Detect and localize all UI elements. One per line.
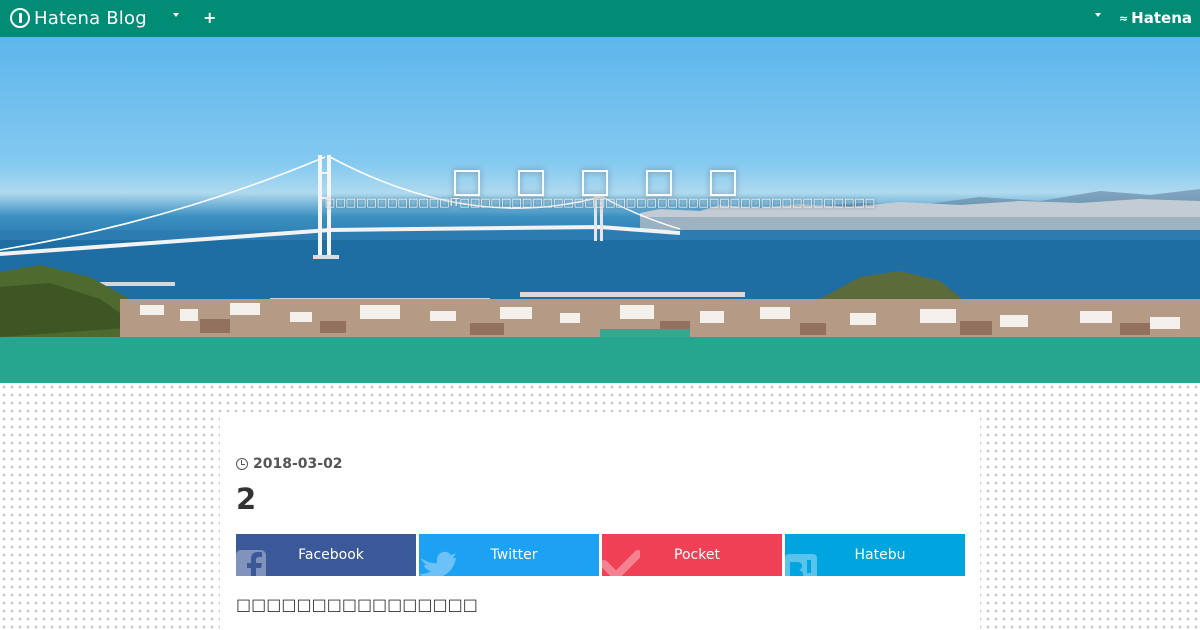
hatena-label: Hatena (1131, 9, 1192, 27)
hatena-blog-logo-icon (10, 8, 30, 28)
hatebu-share-button[interactable]: Hatebu (785, 534, 965, 576)
header-band (0, 337, 1200, 383)
facebook-share-button[interactable]: Facebook (236, 534, 416, 576)
entry-date[interactable]: 2018-03-02 (236, 456, 343, 472)
blog-header-image: □ □ □ □ □ □□□□□□□□□□□□IT□□□□□□□□□□□□□□□□… (0, 37, 1200, 337)
entry-title[interactable]: 2 (236, 482, 256, 516)
pocket-share-label: Pocket (674, 547, 720, 563)
twitter-share-label: Twitter (490, 547, 538, 563)
twitter-share-button[interactable]: Twitter (419, 534, 599, 576)
hatena-blog-home-link[interactable]: Hatena Blog (10, 7, 147, 29)
blog-description: □□□□□□□□□□□□IT□□□□□□□□□□□□□□□□□□□□□□□□□□… (324, 196, 876, 209)
hatebu-icon (785, 554, 817, 576)
entry-article: 2018-03-02 2 Facebook Twitter Pocket Hat… (220, 412, 980, 630)
global-header: Hatena Blog + ≈ Hatena (0, 0, 1200, 37)
hatena-wave-icon: ≈ (1118, 11, 1128, 25)
chevron-down-icon[interactable] (173, 13, 179, 17)
share-buttons: Facebook Twitter Pocket Hatebu (236, 534, 965, 576)
hatebu-share-label: Hatebu (854, 547, 906, 563)
pocket-icon (602, 550, 640, 576)
chevron-down-icon[interactable] (1095, 13, 1101, 17)
entry-date-text: 2018-03-02 (253, 456, 343, 472)
blog-title[interactable]: □ □ □ □ □ (0, 161, 1200, 201)
brand-name: Hatena Blog (34, 7, 147, 29)
twitter-icon (419, 551, 456, 576)
hatena-account-link[interactable]: ≈ Hatena (1119, 9, 1192, 27)
entry-body: □□□□□□□□□□□□□□□□ (236, 595, 478, 614)
facebook-share-label: Facebook (298, 547, 364, 563)
pocket-share-button[interactable]: Pocket (602, 534, 782, 576)
facebook-icon (236, 550, 266, 576)
add-entry-button[interactable]: + (203, 7, 216, 29)
clock-icon (236, 458, 248, 470)
